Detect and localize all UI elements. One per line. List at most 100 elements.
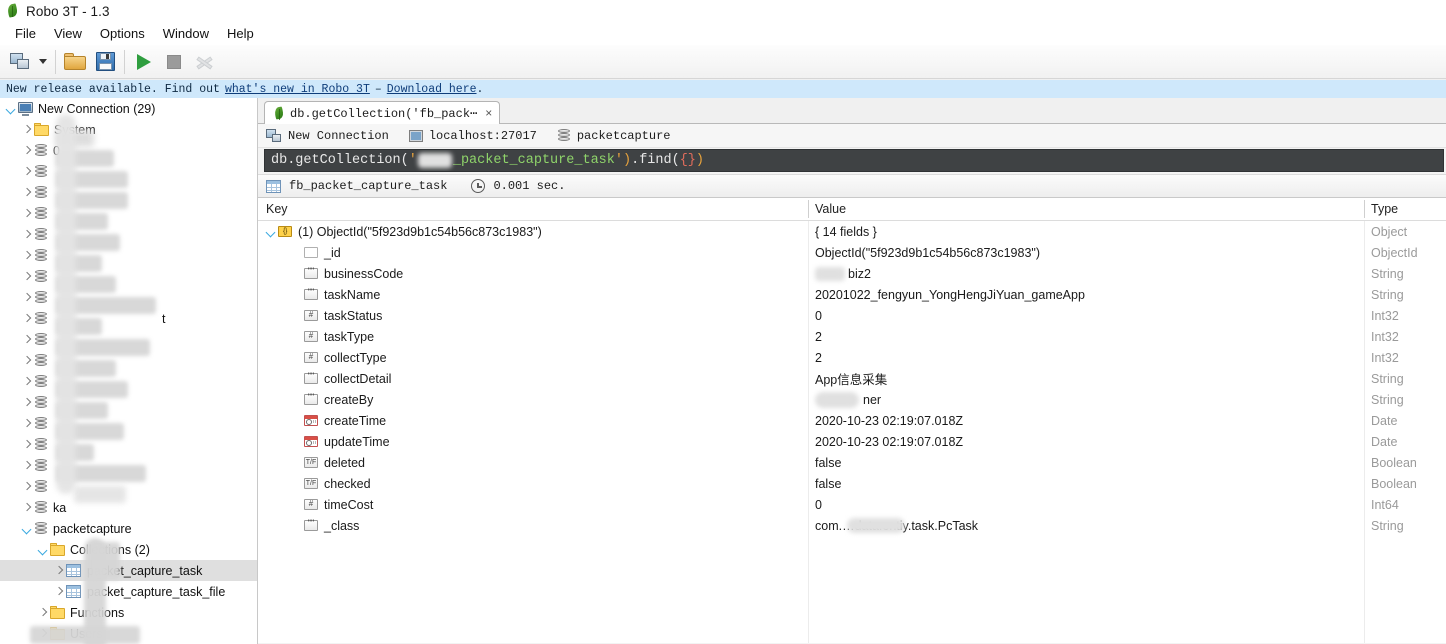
result-grid[interactable]: Key Value Type {} (1) ObjectId("5f923d9b… [258, 198, 1446, 643]
column-header-type[interactable]: Type [1371, 198, 1398, 220]
chevron-right-icon[interactable] [20, 207, 33, 220]
tab-label: db.getCollection('fb_pack⋯ [290, 106, 478, 121]
string-icon [304, 393, 318, 405]
query-editor[interactable]: db.getCollection(' _packet_capture_task ')… [264, 149, 1444, 172]
row-value: ner [863, 392, 882, 407]
chevron-down-icon[interactable] [20, 522, 33, 535]
chevron-right-icon[interactable] [20, 249, 33, 262]
tree-item-database-packetcapture[interactable]: packetcapture [0, 518, 257, 539]
chevron-right-icon[interactable] [52, 564, 65, 577]
tree-item-database[interactable] [0, 413, 257, 434]
chevron-down-icon[interactable] [4, 102, 17, 115]
chevron-right-icon[interactable] [20, 501, 33, 514]
chevron-right-icon[interactable] [20, 396, 33, 409]
tree-item-database-ka[interactable]: ka [0, 497, 257, 518]
chevron-right-icon[interactable] [20, 438, 33, 451]
chevron-right-icon[interactable] [36, 606, 49, 619]
chevron-right-icon[interactable] [20, 144, 33, 157]
menu-options[interactable]: Options [91, 24, 154, 43]
chevron-right-icon[interactable] [20, 165, 33, 178]
redaction-overlay [90, 542, 120, 580]
row-value: { 14 fields } [815, 224, 877, 239]
table-row[interactable]: timeCost 0 Int64 [258, 494, 1446, 515]
table-row[interactable]: T/F deleted false Boolean [258, 452, 1446, 473]
tree-item-database[interactable] [0, 266, 257, 287]
connect-button[interactable] [5, 48, 35, 76]
table-row[interactable]: taskType 2 Int32 [258, 326, 1446, 347]
chevron-right-icon[interactable] [20, 270, 33, 283]
chevron-right-icon[interactable] [20, 333, 33, 346]
chevron-right-icon[interactable] [20, 354, 33, 367]
breadcrumb-database[interactable]: packetcapture [557, 128, 670, 143]
chevron-right-icon[interactable] [20, 228, 33, 241]
menu-view[interactable]: View [45, 24, 91, 43]
chevron-right-icon[interactable] [20, 312, 33, 325]
menu-help[interactable]: Help [218, 24, 263, 43]
row-key: checked [324, 476, 371, 491]
tree-item-database[interactable] [0, 161, 257, 182]
tree-item-database[interactable] [0, 224, 257, 245]
chevron-right-icon[interactable] [20, 375, 33, 388]
chevron-right-icon[interactable] [52, 585, 65, 598]
chevron-down-icon[interactable] [36, 543, 49, 556]
query-find: .find( [631, 153, 680, 168]
connect-dropdown-button[interactable] [35, 48, 51, 76]
tree-item-database[interactable] [0, 434, 257, 455]
tree-item-database[interactable] [0, 203, 257, 224]
chevron-right-icon[interactable] [20, 186, 33, 199]
table-row[interactable]: taskName 20201022_fengyun_YongHengJiYuan… [258, 284, 1446, 305]
chevron-right-icon[interactable] [20, 291, 33, 304]
query-braces: {} [679, 153, 696, 168]
tree-item-database[interactable] [0, 371, 257, 392]
connection-tree-sidebar[interactable]: New Connection (29) System 0 [0, 98, 258, 644]
column-header-key[interactable]: Key [266, 198, 288, 220]
menu-file[interactable]: File [6, 24, 45, 43]
query-paren-end: ) [695, 153, 705, 168]
boolean-icon: T/F [304, 457, 318, 468]
tree-item-database[interactable] [0, 182, 257, 203]
options-button[interactable] [189, 48, 219, 76]
stop-button[interactable] [159, 48, 189, 76]
tree-item-collections[interactable]: Collections (2) [0, 539, 257, 560]
row-value: false [815, 455, 842, 470]
table-row[interactable]: collectDetail App信息采集 String [258, 368, 1446, 389]
breadcrumb-host[interactable]: localhost:27017 [408, 129, 537, 143]
chevron-right-icon[interactable] [20, 417, 33, 430]
tree-item-database[interactable]: 0 [0, 140, 257, 161]
table-row[interactable]: {} (1) ObjectId("5f923d9b1c54b56c873c198… [258, 221, 1446, 242]
breadcrumb-connection[interactable]: New Connection [266, 128, 389, 143]
tree-item-database[interactable] [0, 245, 257, 266]
menu-window[interactable]: Window [154, 24, 218, 43]
chevron-right-icon[interactable] [20, 480, 33, 493]
whats-new-link[interactable]: what's new in Robo 3T [225, 83, 370, 96]
tree-item-database[interactable] [0, 392, 257, 413]
row-key: collectType [324, 350, 387, 365]
save-script-button[interactable] [90, 48, 120, 76]
tree-item-collection-packet-capture-task-file[interactable]: packet_capture_task_file [0, 581, 257, 602]
execute-button[interactable] [129, 48, 159, 76]
row-type: Int32 [1371, 308, 1399, 323]
table-row[interactable]: _class com.…data.entiy.task.PcTask Strin… [258, 515, 1446, 536]
tab-query-1[interactable]: db.getCollection('fb_pack⋯ × [264, 101, 501, 125]
row-key: _id [324, 245, 341, 260]
chevron-right-icon[interactable] [20, 459, 33, 472]
chevron-down-icon[interactable] [264, 225, 277, 238]
table-row[interactable]: _id ObjectId("5f923d9b1c54b56c873c1983")… [258, 242, 1446, 263]
close-icon[interactable]: × [485, 106, 492, 120]
table-row[interactable]: T/F checked false Boolean [258, 473, 1446, 494]
table-row[interactable]: taskStatus 0 Int32 [258, 305, 1446, 326]
chevron-right-icon[interactable] [20, 123, 33, 136]
download-here-link[interactable]: Download here [387, 83, 477, 96]
table-row[interactable]: businessCode biz2 String [258, 263, 1446, 284]
table-row[interactable]: createBy ner String [258, 389, 1446, 410]
tree-item-system[interactable]: System [0, 119, 257, 140]
tree-item-collection-packet-capture-task[interactable]: packet_capture_task [0, 560, 257, 581]
table-row[interactable]: updateTime 2020-10-23 02:19:07.018Z Date [258, 431, 1446, 452]
tree-item-functions[interactable]: Functions [0, 602, 257, 623]
open-script-button[interactable] [60, 48, 90, 76]
wrench-icon [195, 53, 214, 71]
table-row[interactable]: collectType 2 Int32 [258, 347, 1446, 368]
column-header-value[interactable]: Value [815, 198, 846, 220]
tree-item-new-connection[interactable]: New Connection (29) [0, 98, 257, 119]
table-row[interactable]: createTime 2020-10-23 02:19:07.018Z Date [258, 410, 1446, 431]
